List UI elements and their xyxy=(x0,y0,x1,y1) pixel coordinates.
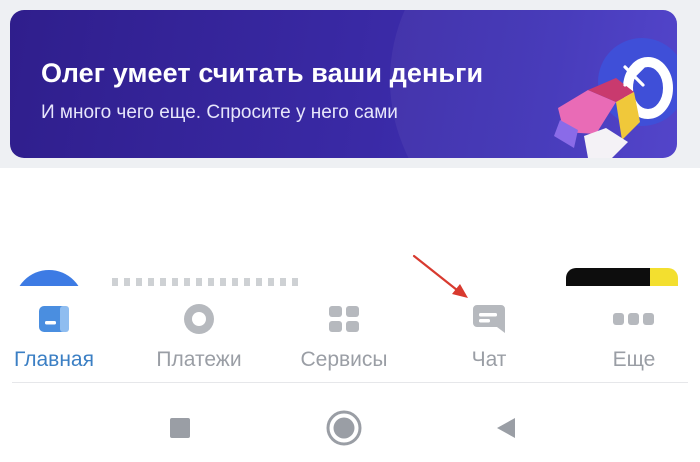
peek-text xyxy=(112,278,302,286)
tabbar-divider xyxy=(12,382,688,383)
avatar xyxy=(14,270,84,286)
payments-circle-icon xyxy=(184,304,214,334)
promo-title: Олег умеет считать ваши деньги xyxy=(41,58,484,88)
recents-square-icon xyxy=(170,418,190,438)
annotation-arrow xyxy=(412,254,468,298)
back-button[interactable] xyxy=(486,408,526,448)
tab-more[interactable]: Еще xyxy=(564,286,700,382)
services-grid-icon xyxy=(329,306,359,332)
chat-bubble-icon xyxy=(473,305,505,333)
tab-services[interactable]: Сервисы xyxy=(274,286,414,382)
bank-card-thumbnail xyxy=(566,268,678,286)
home-circle-icon xyxy=(326,410,362,446)
close-icon xyxy=(623,65,645,87)
recents-button[interactable] xyxy=(160,408,200,448)
promo-close-button[interactable] xyxy=(606,48,662,104)
tab-label: Еще xyxy=(612,348,656,371)
promo-subtitle: И много чего еще. Спросите у него сами xyxy=(41,102,398,123)
more-dots-icon xyxy=(613,313,654,325)
home-card-icon xyxy=(39,306,69,332)
bottom-tab-bar: Главная Платежи Сервисы Чат Еще xyxy=(0,286,700,382)
tab-home[interactable]: Главная xyxy=(0,286,124,382)
tab-label: Платежи xyxy=(156,348,242,371)
tab-payments[interactable]: Платежи xyxy=(129,286,269,382)
system-navigation-bar xyxy=(0,384,700,462)
system-home-button[interactable] xyxy=(324,408,364,448)
tab-label: Чат xyxy=(471,348,507,371)
content-peek-row xyxy=(0,262,700,286)
promo-banner[interactable]: Олег умеет считать ваши деньги И много ч… xyxy=(10,10,677,158)
back-triangle-icon xyxy=(497,418,515,438)
tab-label: Сервисы xyxy=(300,348,388,371)
tab-label: Главная xyxy=(14,348,94,371)
